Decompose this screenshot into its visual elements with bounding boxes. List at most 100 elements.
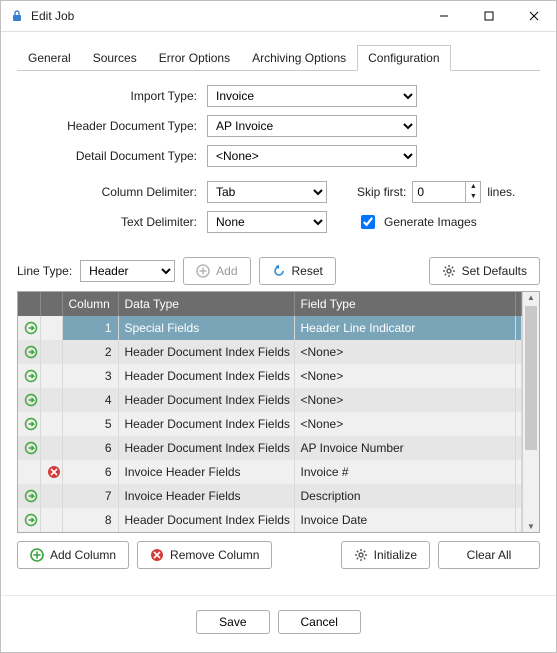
text-delimiter-select[interactable]: None — [207, 211, 327, 233]
table-row[interactable]: 6Invoice Header FieldsInvoice # — [18, 460, 522, 484]
table-row[interactable]: 8Header Document Index FieldsInvoice Dat… — [18, 508, 522, 532]
cell-data-type: Header Document Index Fields — [118, 340, 294, 364]
tab-general[interactable]: General — [17, 45, 82, 71]
text-delimiter-label: Text Delimiter: — [27, 215, 207, 229]
tab-archiving-options[interactable]: Archiving Options — [241, 45, 357, 71]
cell-field-type: <None> — [294, 412, 516, 436]
skip-first-label: Skip first: — [357, 185, 406, 199]
tab-error-options[interactable]: Error Options — [148, 45, 241, 71]
row-add-icon[interactable] — [18, 436, 40, 460]
initialize-button[interactable]: Initialize — [341, 541, 430, 569]
import-type-label: Import Type: — [27, 89, 207, 103]
plus-icon — [30, 548, 44, 562]
scroll-up-icon[interactable]: ▲ — [523, 293, 539, 302]
table-row[interactable]: 7Invoice Header FieldsDescription — [18, 484, 522, 508]
dialog-footer: Save Cancel — [1, 595, 556, 652]
line-type-label: Line Type: — [17, 264, 72, 278]
set-defaults-button[interactable]: Set Defaults — [429, 257, 540, 285]
grid-header-field-type[interactable]: Field Type — [294, 292, 516, 316]
generate-images-checkbox[interactable]: Generate Images — [357, 212, 477, 232]
 — [40, 436, 62, 460]
 — [40, 340, 62, 364]
row-add-icon[interactable] — [18, 340, 40, 364]
generate-images-input[interactable] — [361, 215, 375, 229]
 — [40, 388, 62, 412]
cell-data-type: Header Document Index Fields — [118, 508, 294, 532]
scroll-thumb[interactable] — [525, 306, 537, 450]
titlebar: Edit Job — [1, 1, 556, 32]
cell-data-type: Header Document Index Fields — [118, 364, 294, 388]
 — [40, 412, 62, 436]
cell-field-type: <None> — [294, 388, 516, 412]
cell-field-type: <None> — [294, 340, 516, 364]
table-row[interactable]: 3Header Document Index Fields<None> — [18, 364, 522, 388]
spinner-up-icon[interactable]: ▲ — [466, 182, 480, 192]
grid-scrollbar[interactable]: ▲ ▼ — [522, 292, 539, 532]
column-delimiter-label: Column Delimiter: — [27, 185, 207, 199]
spinner-down-icon[interactable]: ▼ — [466, 192, 480, 202]
undo-icon — [272, 264, 286, 278]
table-row[interactable]: 2Header Document Index Fields<None> — [18, 340, 522, 364]
grid-header-data-type[interactable]: Data Type — [118, 292, 294, 316]
detail-doc-type-label: Detail Document Type: — [27, 149, 207, 163]
 — [40, 364, 62, 388]
cell-data-type: Invoice Header Fields — [118, 460, 294, 484]
clear-all-button[interactable]: Clear All — [438, 541, 540, 569]
gear-icon — [354, 548, 368, 562]
cell-field-type: AP Invoice Number — [294, 436, 516, 460]
table-row[interactable]: 5Header Document Index Fields<None> — [18, 412, 522, 436]
grid-header-column[interactable]: Column — [62, 292, 118, 316]
grid-header-row: Column Data Type Field Type — [18, 292, 522, 316]
line-type-select[interactable]: Header — [80, 260, 175, 282]
row-add-icon[interactable] — [18, 316, 40, 340]
table-row[interactable]: 6Header Document Index FieldsAP Invoice … — [18, 436, 522, 460]
row-add-icon[interactable] — [18, 364, 40, 388]
cell-field-type: Description — [294, 484, 516, 508]
cell-data-type: Header Document Index Fields — [118, 436, 294, 460]
maximize-button[interactable] — [466, 1, 511, 31]
row-add-icon[interactable] — [18, 388, 40, 412]
column-delimiter-select[interactable]: Tab — [207, 181, 327, 203]
row-remove-icon[interactable] — [40, 460, 62, 484]
reset-button[interactable]: Reset — [259, 257, 336, 285]
close-button[interactable] — [511, 1, 556, 31]
remove-icon — [150, 548, 164, 562]
remove-column-button[interactable]: Remove Column — [137, 541, 272, 569]
cell-field-type: Invoice Date — [294, 508, 516, 532]
tab-strip: General Sources Error Options Archiving … — [17, 44, 540, 71]
add-column-button[interactable]: Add Column — [17, 541, 129, 569]
skip-first-input[interactable] — [413, 182, 465, 202]
minimize-button[interactable] — [421, 1, 466, 31]
cell-field-type: Header Line Indicator — [294, 316, 516, 340]
table-row[interactable]: 4Header Document Index Fields<None> — [18, 388, 522, 412]
lock-icon — [9, 8, 25, 24]
cell-data-type: Special Fields — [118, 316, 294, 340]
tab-configuration[interactable]: Configuration — [357, 45, 450, 71]
skip-first-spinner[interactable]: ▲ ▼ — [412, 181, 481, 203]
cell-column: 6 — [62, 436, 118, 460]
header-doc-type-select[interactable]: AP Invoice — [207, 115, 417, 137]
 — [40, 484, 62, 508]
row-add-icon[interactable] — [18, 412, 40, 436]
cancel-button[interactable]: Cancel — [278, 610, 361, 634]
scroll-down-icon[interactable]: ▼ — [523, 522, 539, 531]
cell-field-type: <None> — [294, 364, 516, 388]
save-button[interactable]: Save — [196, 610, 269, 634]
window-title: Edit Job — [31, 9, 421, 23]
 — [40, 316, 62, 340]
cell-column: 6 — [62, 460, 118, 484]
cell-column: 4 — [62, 388, 118, 412]
cell-column: 7 — [62, 484, 118, 508]
tab-sources[interactable]: Sources — [82, 45, 148, 71]
add-button[interactable]: Add — [183, 257, 250, 285]
row-add-icon[interactable] — [18, 484, 40, 508]
import-type-select[interactable]: Invoice — [207, 85, 417, 107]
cell-column: 1 — [62, 316, 118, 340]
header-doc-type-label: Header Document Type: — [27, 119, 207, 133]
cell-column: 2 — [62, 340, 118, 364]
row-add-icon[interactable] — [18, 508, 40, 532]
gear-icon — [442, 264, 456, 278]
detail-doc-type-select[interactable]: <None> — [207, 145, 417, 167]
skip-first-suffix: lines. — [487, 185, 515, 199]
table-row[interactable]: 1Special FieldsHeader Line Indicator — [18, 316, 522, 340]
